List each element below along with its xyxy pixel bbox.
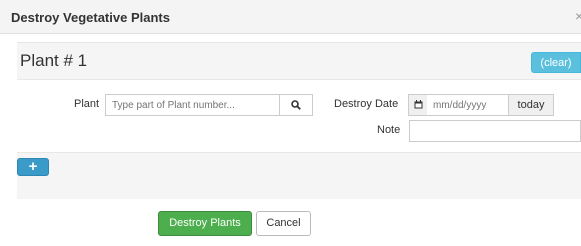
destroy-date-input[interactable] — [427, 94, 509, 116]
add-plant-button[interactable]: + — [17, 158, 49, 176]
plant-search-input[interactable] — [105, 94, 280, 116]
note-label: Note — [377, 124, 401, 136]
destroy-date-label: Destroy Date — [334, 98, 399, 110]
close-icon[interactable]: × — [575, 8, 581, 24]
today-button[interactable]: today — [508, 94, 554, 116]
note-input[interactable] — [409, 120, 581, 142]
clear-button[interactable]: (clear) — [531, 52, 581, 73]
dialog-title: Destroy Vegetative Plants — [11, 10, 170, 25]
plant-heading: Plant # 1 — [20, 51, 88, 70]
plant-panel: Plant # 1 (clear) Plant Destroy Date tod… — [17, 42, 581, 199]
search-icon — [291, 100, 301, 110]
search-button[interactable] — [279, 94, 313, 116]
cancel-button[interactable]: Cancel — [256, 211, 311, 236]
plant-fields: Plant Destroy Date today Note — [17, 79, 581, 153]
destroy-plants-button[interactable]: Destroy Plants — [158, 211, 252, 236]
calendar-icon — [414, 100, 422, 109]
plant-label: Plant — [74, 98, 100, 110]
dialog-header: Destroy Vegetative Plants × — [0, 0, 581, 34]
calendar-button[interactable] — [408, 94, 428, 116]
